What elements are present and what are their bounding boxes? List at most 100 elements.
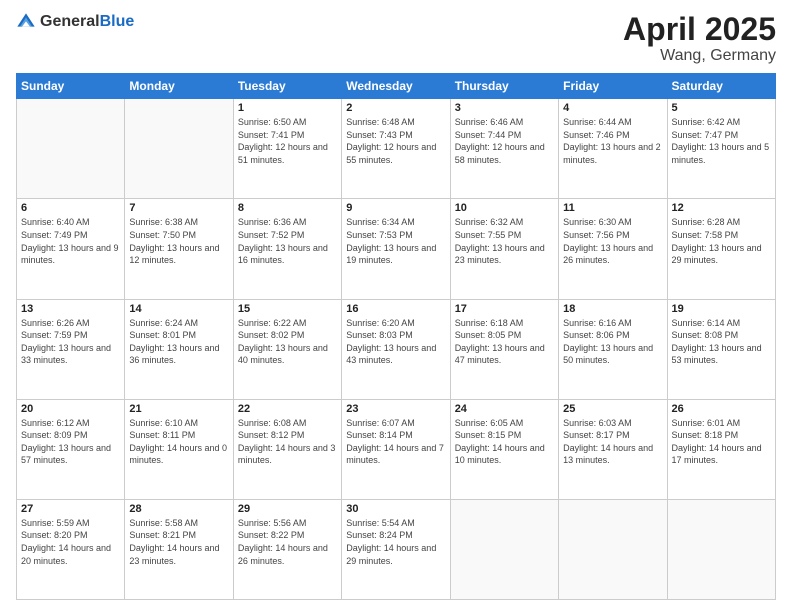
day-number: 5 (672, 102, 771, 114)
day-number: 10 (455, 202, 554, 214)
day-number: 20 (21, 403, 120, 415)
cell-w1-d6: 4 Sunrise: 6:44 AM Sunset: 7:46 PM Daylig… (559, 99, 667, 199)
week-row-2: 6 Sunrise: 6:40 AM Sunset: 7:49 PM Daylig… (17, 199, 776, 299)
day-number: 28 (129, 503, 228, 515)
cell-w4-d3: 22Sunrise: 6:08 AM Sunset: 8:12 PM Dayli… (233, 399, 341, 499)
day-info: Sunrise: 6:01 AM Sunset: 8:18 PM Dayligh… (672, 417, 771, 467)
cell-w2-d5: 10 Sunrise: 6:32 AM Sunset: 7:55 PM Dayli… (450, 199, 558, 299)
day-info: Sunrise: 6:08 AM Sunset: 8:12 PM Dayligh… (238, 417, 337, 467)
header: GeneralBlue April 2025 Wang, Germany (16, 12, 776, 65)
logo-icon (16, 12, 36, 32)
week-row-1: 1Sunrise: 6:50 AM Sunset: 7:41 PM Daylig… (17, 99, 776, 199)
day-number: 24 (455, 403, 554, 415)
header-tuesday: Tuesday (233, 74, 341, 99)
cell-w4-d1: 20 Sunrise: 6:12 AM Sunset: 8:09 PM Dayli… (17, 399, 125, 499)
day-info: Sunrise: 6:40 AM Sunset: 7:49 PM Dayligh… (21, 216, 120, 266)
day-number: 30 (346, 503, 445, 515)
cell-w3-d5: 17 Sunrise: 6:18 AM Sunset: 8:05 PM Dayli… (450, 299, 558, 399)
cell-w1-d5: 3 Sunrise: 6:46 AM Sunset: 7:44 PM Daylig… (450, 99, 558, 199)
cell-w1-d4: 2 Sunrise: 6:48 AM Sunset: 7:43 PM Daylig… (342, 99, 450, 199)
day-number: 26 (672, 403, 771, 415)
day-info: Sunrise: 5:59 AM Sunset: 8:20 PM Dayligh… (21, 517, 120, 567)
logo-blue: Blue (100, 13, 135, 30)
cell-w5-d3: 29 Sunrise: 5:56 AM Sunset: 8:22 PM Dayli… (233, 499, 341, 599)
day-info: Sunrise: 6:10 AM Sunset: 8:11 PM Dayligh… (129, 417, 228, 467)
cell-w2-d2: 7Sunrise: 6:38 AM Sunset: 7:50 PM Daylig… (125, 199, 233, 299)
header-sunday: Sunday (17, 74, 125, 99)
week-row-3: 13 Sunrise: 6:26 AM Sunset: 7:59 PM Dayli… (17, 299, 776, 399)
cell-w4-d5: 24 Sunrise: 6:05 AM Sunset: 8:15 PM Dayli… (450, 399, 558, 499)
day-number: 6 (21, 202, 120, 214)
cell-w2-d4: 9Sunrise: 6:34 AM Sunset: 7:53 PM Daylig… (342, 199, 450, 299)
cell-w5-d5 (450, 499, 558, 599)
cell-w3-d3: 15 Sunrise: 6:22 AM Sunset: 8:02 PM Dayli… (233, 299, 341, 399)
day-info: Sunrise: 6:07 AM Sunset: 8:14 PM Dayligh… (346, 417, 445, 467)
day-info: Sunrise: 6:24 AM Sunset: 8:01 PM Dayligh… (129, 317, 228, 367)
cell-w1-d3: 1Sunrise: 6:50 AM Sunset: 7:41 PM Daylig… (233, 99, 341, 199)
cell-w3-d7: 19Sunrise: 6:14 AM Sunset: 8:08 PM Dayli… (667, 299, 775, 399)
day-info: Sunrise: 6:18 AM Sunset: 8:05 PM Dayligh… (455, 317, 554, 367)
day-number: 15 (238, 303, 337, 315)
cell-w4-d2: 21Sunrise: 6:10 AM Sunset: 8:11 PM Dayli… (125, 399, 233, 499)
day-info: Sunrise: 6:48 AM Sunset: 7:43 PM Dayligh… (346, 116, 445, 166)
day-number: 14 (129, 303, 228, 315)
cell-w4-d6: 25 Sunrise: 6:03 AM Sunset: 8:17 PM Dayli… (559, 399, 667, 499)
cell-w5-d7 (667, 499, 775, 599)
cell-w2-d3: 8Sunrise: 6:36 AM Sunset: 7:52 PM Daylig… (233, 199, 341, 299)
day-number: 17 (455, 303, 554, 315)
header-thursday: Thursday (450, 74, 558, 99)
week-row-4: 20 Sunrise: 6:12 AM Sunset: 8:09 PM Dayli… (17, 399, 776, 499)
day-number: 12 (672, 202, 771, 214)
header-friday: Friday (559, 74, 667, 99)
day-info: Sunrise: 6:50 AM Sunset: 7:41 PM Dayligh… (238, 116, 337, 166)
day-info: Sunrise: 6:20 AM Sunset: 8:03 PM Dayligh… (346, 317, 445, 367)
day-number: 7 (129, 202, 228, 214)
day-number: 16 (346, 303, 445, 315)
weekday-header-row: Sunday Monday Tuesday Wednesday Thursday… (17, 74, 776, 99)
cell-w1-d7: 5 Sunrise: 6:42 AM Sunset: 7:47 PM Daylig… (667, 99, 775, 199)
day-info: Sunrise: 5:54 AM Sunset: 8:24 PM Dayligh… (346, 517, 445, 567)
day-info: Sunrise: 5:58 AM Sunset: 8:21 PM Dayligh… (129, 517, 228, 567)
day-info: Sunrise: 6:44 AM Sunset: 7:46 PM Dayligh… (563, 116, 662, 166)
day-info: Sunrise: 6:26 AM Sunset: 7:59 PM Dayligh… (21, 317, 120, 367)
cell-w5-d6 (559, 499, 667, 599)
cell-w4-d7: 26 Sunrise: 6:01 AM Sunset: 8:18 PM Dayli… (667, 399, 775, 499)
day-info: Sunrise: 6:42 AM Sunset: 7:47 PM Dayligh… (672, 116, 771, 166)
day-info: Sunrise: 6:16 AM Sunset: 8:06 PM Dayligh… (563, 317, 662, 367)
day-number: 11 (563, 202, 662, 214)
day-number: 13 (21, 303, 120, 315)
day-number: 2 (346, 102, 445, 114)
day-info: Sunrise: 6:03 AM Sunset: 8:17 PM Dayligh… (563, 417, 662, 467)
cell-w2-d7: 12Sunrise: 6:28 AM Sunset: 7:58 PM Dayli… (667, 199, 775, 299)
day-info: Sunrise: 6:12 AM Sunset: 8:09 PM Dayligh… (21, 417, 120, 467)
day-info: Sunrise: 6:46 AM Sunset: 7:44 PM Dayligh… (455, 116, 554, 166)
cell-w5-d1: 27 Sunrise: 5:59 AM Sunset: 8:20 PM Dayli… (17, 499, 125, 599)
day-info: Sunrise: 6:05 AM Sunset: 8:15 PM Dayligh… (455, 417, 554, 467)
location-title: Wang, Germany (623, 47, 776, 65)
header-saturday: Saturday (667, 74, 775, 99)
day-info: Sunrise: 6:30 AM Sunset: 7:56 PM Dayligh… (563, 216, 662, 266)
day-number: 18 (563, 303, 662, 315)
day-number: 27 (21, 503, 120, 515)
cell-w2-d1: 6 Sunrise: 6:40 AM Sunset: 7:49 PM Daylig… (17, 199, 125, 299)
cell-w5-d4: 30 Sunrise: 5:54 AM Sunset: 8:24 PM Dayli… (342, 499, 450, 599)
day-number: 25 (563, 403, 662, 415)
day-info: Sunrise: 6:22 AM Sunset: 8:02 PM Dayligh… (238, 317, 337, 367)
header-monday: Monday (125, 74, 233, 99)
day-number: 4 (563, 102, 662, 114)
day-info: Sunrise: 6:32 AM Sunset: 7:55 PM Dayligh… (455, 216, 554, 266)
week-row-5: 27 Sunrise: 5:59 AM Sunset: 8:20 PM Dayli… (17, 499, 776, 599)
day-info: Sunrise: 5:56 AM Sunset: 8:22 PM Dayligh… (238, 517, 337, 567)
header-wednesday: Wednesday (342, 74, 450, 99)
logo-general: General (40, 13, 100, 30)
month-title: April 2025 (623, 12, 776, 47)
day-info: Sunrise: 6:36 AM Sunset: 7:52 PM Dayligh… (238, 216, 337, 266)
day-info: Sunrise: 6:34 AM Sunset: 7:53 PM Dayligh… (346, 216, 445, 266)
day-info: Sunrise: 6:14 AM Sunset: 8:08 PM Dayligh… (672, 317, 771, 367)
calendar-table: Sunday Monday Tuesday Wednesday Thursday… (16, 73, 776, 600)
calendar-body: 1Sunrise: 6:50 AM Sunset: 7:41 PM Daylig… (17, 99, 776, 600)
cell-w4-d4: 23Sunrise: 6:07 AM Sunset: 8:14 PM Dayli… (342, 399, 450, 499)
page: GeneralBlue April 2025 Wang, Germany Sun… (0, 0, 792, 612)
day-number: 29 (238, 503, 337, 515)
day-number: 3 (455, 102, 554, 114)
